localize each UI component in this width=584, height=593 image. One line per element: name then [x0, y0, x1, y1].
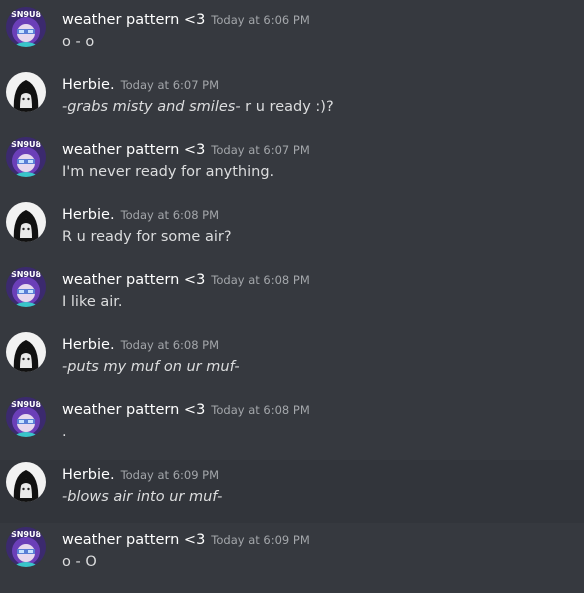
message-header: weather pattern <3 Today at 6:08 PM — [62, 399, 310, 420]
message-content: R u ready for some air? — [62, 227, 232, 247]
svg-text:SN9U8: SN9U8 — [11, 270, 42, 279]
snoob-avatar-icon[interactable]: SN9U8 — [6, 7, 46, 47]
snoob-avatar-icon[interactable]: SN9U8 — [6, 397, 46, 437]
message-text: . — [62, 424, 67, 440]
message-item[interactable]: SN9U8 weather pattern <3 Today at 6:08 PM… — [0, 395, 584, 458]
message-item[interactable]: Herbie. Today at 6:08 PM R u ready for som… — [0, 200, 584, 263]
svg-text:SN9U8: SN9U8 — [11, 530, 42, 539]
message-header: Herbie. Today at 6:08 PM — [62, 204, 219, 225]
snoob-avatar-icon[interactable]: SN9U8 — [6, 267, 46, 307]
message-item[interactable]: SN9U8 weather pattern <3 Today at 6:06 PM… — [0, 5, 584, 68]
message-item[interactable]: SN9U8 weather pattern <3 Today at 6:09 PM… — [0, 525, 584, 588]
svg-text:SN9U8: SN9U8 — [11, 400, 42, 409]
timestamp[interactable]: Today at 6:08 PM — [121, 208, 219, 222]
dark-hair-avatar-icon[interactable] — [6, 202, 46, 242]
svg-text:SN9U8: SN9U8 — [11, 10, 42, 19]
message-content: o - O — [62, 552, 97, 572]
username[interactable]: Herbie. — [62, 337, 115, 353]
timestamp[interactable]: Today at 6:08 PM — [211, 273, 309, 287]
message-item[interactable]: Herbie. Today at 6:09 PM -blows air into u… — [0, 460, 584, 523]
timestamp[interactable]: Today at 6:06 PM — [211, 13, 309, 27]
message-item[interactable]: SN9U8 weather pattern <3 Today at 6:07 PM… — [0, 135, 584, 198]
chat-messages: SN9U8 weather pattern <3 Today at 6:06 PM… — [0, 0, 584, 593]
message-header: weather pattern <3 Today at 6:08 PM — [62, 269, 310, 290]
message-header: weather pattern <3 Today at 6:06 PM — [62, 9, 310, 30]
dark-hair-avatar-icon[interactable] — [6, 462, 46, 502]
username[interactable]: weather pattern <3 — [62, 402, 205, 418]
message-content: I'm never ready for anything. — [62, 162, 274, 182]
message-text: R u ready for some air? — [62, 229, 232, 245]
username[interactable]: Herbie. — [62, 467, 115, 483]
svg-text:SN9U8: SN9U8 — [11, 140, 42, 149]
message-header: Herbie. Today at 6:07 PM — [62, 74, 219, 95]
dark-hair-avatar-icon[interactable] — [6, 332, 46, 372]
username[interactable]: weather pattern <3 — [62, 272, 205, 288]
message-text: I like air. — [62, 294, 123, 310]
message-content: -blows air into ur muf- — [62, 487, 222, 507]
message-header: Herbie. Today at 6:08 PM — [62, 334, 219, 355]
message-header: weather pattern <3 Today at 6:07 PM — [62, 139, 310, 160]
timestamp[interactable]: Today at 6:09 PM — [121, 468, 219, 482]
snoob-avatar-icon[interactable]: SN9U8 — [6, 527, 46, 567]
italic-text: -grabs misty and smiles- — [62, 99, 241, 115]
timestamp[interactable]: Today at 6:07 PM — [211, 143, 309, 157]
username[interactable]: weather pattern <3 — [62, 12, 205, 28]
username[interactable]: weather pattern <3 — [62, 142, 205, 158]
message-content: I like air. — [62, 292, 123, 312]
snoob-avatar-icon[interactable]: SN9U8 — [6, 137, 46, 177]
dark-hair-avatar-icon[interactable] — [6, 72, 46, 112]
message-text: I'm never ready for anything. — [62, 164, 275, 180]
timestamp[interactable]: Today at 6:07 PM — [121, 78, 219, 92]
username[interactable]: weather pattern <3 — [62, 532, 205, 548]
username[interactable]: Herbie. — [62, 77, 115, 93]
message-text: r u ready :)? — [240, 99, 334, 115]
message-header: weather pattern <3 Today at 6:09 PM — [62, 529, 310, 550]
timestamp[interactable]: Today at 6:08 PM — [121, 338, 219, 352]
timestamp[interactable]: Today at 6:08 PM — [211, 403, 309, 417]
italic-text: -blows air into ur muf- — [62, 489, 223, 505]
message-content: -puts my muf on ur muf- — [62, 357, 240, 377]
message-content: . — [62, 422, 67, 442]
message-content: -grabs misty and smiles- r u ready :)? — [62, 97, 334, 117]
timestamp[interactable]: Today at 6:09 PM — [211, 533, 309, 547]
italic-text: -puts my muf on ur muf- — [62, 359, 240, 375]
message-item[interactable]: Herbie. Today at 6:07 PM -grabs misty and … — [0, 70, 584, 133]
message-header: Herbie. Today at 6:09 PM — [62, 464, 219, 485]
username[interactable]: Herbie. — [62, 207, 115, 223]
message-item[interactable]: SN9U8 weather pattern <3 Today at 6:08 PM… — [0, 265, 584, 328]
message-text: o - O — [62, 554, 97, 570]
message-text: o - o — [62, 34, 95, 50]
message-item[interactable]: Herbie. Today at 6:08 PM -puts my muf on u… — [0, 330, 584, 393]
message-content: o - o — [62, 32, 94, 52]
